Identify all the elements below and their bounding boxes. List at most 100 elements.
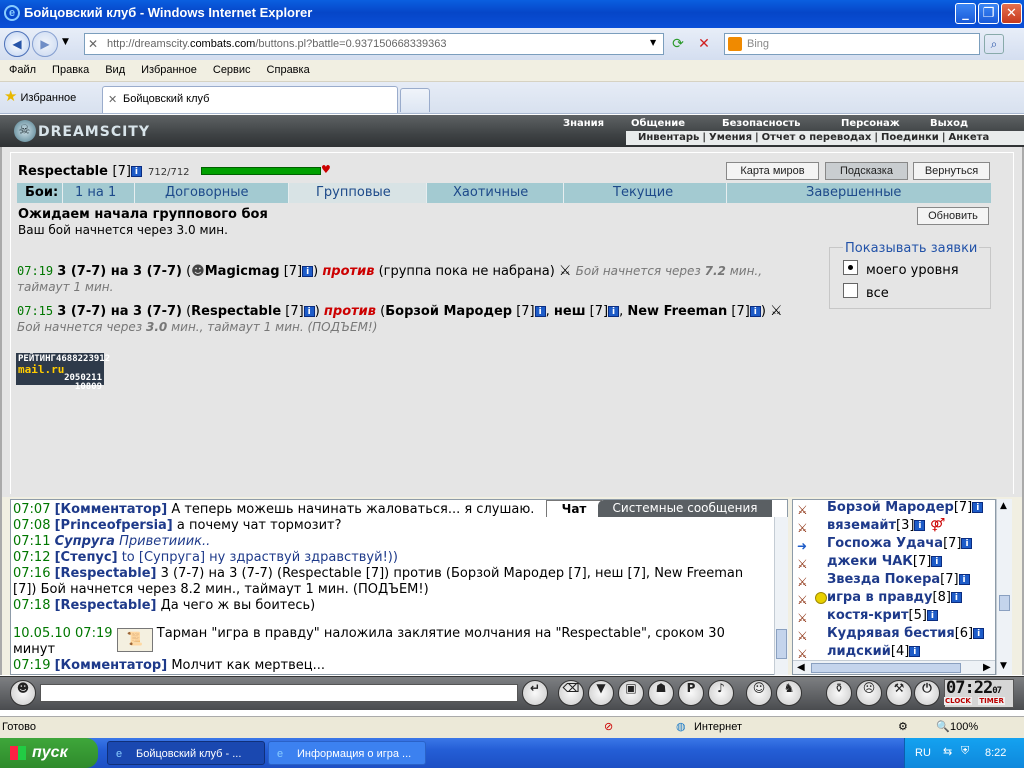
online-user-list[interactable]: ⚔ Борзой Мародер[7] i ⚔ вяземайт[3] i ⚤ ➜ …	[792, 499, 996, 675]
potion-icon[interactable]: ⚱	[826, 680, 852, 706]
message-author[interactable]: [Respectable]	[55, 598, 157, 613]
user-entry[interactable]: вяземайт[3] i ⚤	[827, 518, 945, 533]
address-dropdown-icon[interactable]: ▼	[650, 38, 656, 47]
tab-group[interactable]: Групповые	[316, 185, 391, 200]
info-icon[interactable]: i	[914, 520, 926, 531]
zoom-level[interactable]: 100%	[950, 721, 978, 733]
favorites-button[interactable]: ★ Избранное	[4, 87, 76, 108]
tab-agreed[interactable]: Договорные	[165, 185, 249, 200]
shield-icon[interactable]: ⛨	[961, 745, 969, 758]
subnav-skills[interactable]: Умения	[709, 132, 752, 143]
filter-icon[interactable]: ▼	[588, 680, 614, 706]
opponent-name[interactable]: Борзой Мародер	[385, 304, 512, 319]
userlist-scroll-thumb[interactable]	[999, 595, 1010, 611]
menu-file[interactable]: Файл	[0, 60, 43, 76]
info-icon[interactable]: i	[961, 538, 973, 549]
user-entry[interactable]: Кудрявая бестия[6] i	[827, 626, 985, 641]
message-author[interactable]: [Princeofpersia]	[55, 518, 173, 533]
network-icon[interactable]: ⇆	[943, 745, 952, 758]
user-entry[interactable]: джеки ЧАК[7] i	[827, 554, 943, 569]
menu-tools[interactable]: Сервис	[204, 60, 258, 76]
exit-icon[interactable]: ⏻	[914, 680, 940, 706]
user-entry[interactable]: игра в правду[8] i	[827, 590, 962, 605]
refresh-button[interactable]: Обновить	[917, 207, 989, 225]
music-icon[interactable]: ♪	[708, 680, 734, 706]
crossed-swords-icon[interactable]: ⚔	[770, 303, 783, 319]
nav-security[interactable]: Безопасность	[722, 118, 801, 129]
chat-scrollbar[interactable]	[774, 517, 788, 675]
message-recipient[interactable]: to [Супруга]	[122, 550, 205, 565]
nav-exit[interactable]: Выход	[930, 118, 968, 129]
back-button[interactable]: Вернуться	[913, 162, 990, 180]
nav-communication[interactable]: Общение	[631, 118, 685, 129]
tab-current[interactable]: Текущие	[613, 185, 673, 200]
userlist-hscrollbar[interactable]: ◀ ▶	[793, 660, 995, 674]
scroll-down-icon[interactable]: ▼	[1000, 661, 1007, 671]
tray-clock[interactable]: 8:22	[985, 747, 1006, 759]
info-icon[interactable]: i	[950, 592, 962, 603]
scroll-left-icon[interactable]: ◀	[797, 662, 805, 673]
maximize-button[interactable]: ❐	[978, 3, 999, 24]
refresh-icon[interactable]: ⟳	[668, 34, 688, 54]
info-icon[interactable]: i	[130, 166, 142, 177]
userlist-scrollbar[interactable]: ▲ ▼	[996, 499, 1012, 675]
user-entry[interactable]: Звезда Покера[7] i	[827, 572, 970, 587]
back-arrow-icon[interactable]: ◀	[4, 31, 30, 57]
hint-button[interactable]: Подсказка	[825, 162, 908, 180]
clock-label[interactable]: CLOCK	[944, 697, 972, 705]
tab-finished[interactable]: Завершенные	[806, 185, 901, 200]
face-icon[interactable]: ☹	[856, 680, 882, 706]
save-icon[interactable]: ▣	[618, 680, 644, 706]
smiley-icon[interactable]: ☺	[746, 680, 772, 706]
menu-favorites[interactable]: Избранное	[132, 60, 204, 76]
info-icon[interactable]: i	[608, 306, 620, 317]
menu-edit[interactable]: Правка	[43, 60, 96, 76]
menu-help[interactable]: Справка	[258, 60, 317, 76]
tab-chaotic[interactable]: Хаотичные	[453, 185, 528, 200]
message-author[interactable]: Супруга	[55, 534, 115, 549]
helmet-icon[interactable]: ♞	[776, 680, 802, 706]
chat-messages[interactable]: 07:07 [Комментатор] А теперь можешь начи…	[10, 499, 788, 675]
info-icon[interactable]: i	[973, 628, 985, 639]
user-entry[interactable]: лидский[4] i	[827, 644, 921, 659]
popup-blocked-icon[interactable]: ⊘	[604, 720, 613, 733]
start-button[interactable]: пуск	[0, 738, 98, 768]
battle-leader[interactable]: Magicmag	[205, 264, 280, 279]
chat-mode-icon[interactable]: ☻	[10, 680, 36, 706]
scroll-up-icon[interactable]: ▲	[1000, 501, 1007, 511]
user-entry[interactable]: Госпожа Удача[7] i	[827, 536, 973, 551]
user-entry[interactable]: Борзой Мародер[7] i	[827, 500, 984, 515]
crossed-swords-icon[interactable]: ⚔	[559, 263, 572, 279]
info-icon[interactable]: i	[972, 502, 984, 513]
info-icon[interactable]: i	[303, 306, 315, 317]
hscroll-thumb[interactable]	[811, 663, 961, 673]
nav-knowledge[interactable]: Знания	[563, 118, 604, 129]
user-entry[interactable]: костя-крит[5] i	[827, 608, 938, 623]
message-author[interactable]: [Комментатор]	[55, 502, 168, 517]
info-icon[interactable]: i	[534, 306, 546, 317]
chat-scroll-thumb[interactable]	[776, 629, 787, 659]
timer-label[interactable]: TIMER	[978, 697, 1005, 705]
opponent-name[interactable]: New Freeman	[627, 304, 727, 319]
subnav-profile[interactable]: Анкета	[948, 132, 989, 143]
taskbar-item[interactable]: e Информация о игра ...	[268, 741, 426, 765]
search-icon[interactable]: ⌕	[984, 34, 1004, 54]
player-name[interactable]: Respectable [7] i	[18, 164, 142, 179]
message-author[interactable]: [Respectable]	[55, 566, 157, 581]
message-author[interactable]: [Комментатор]	[55, 658, 168, 673]
close-button[interactable]: ✕	[1001, 3, 1022, 24]
private-icon[interactable]: P	[678, 680, 704, 706]
minimize-button[interactable]: _	[955, 3, 976, 24]
chat-input[interactable]	[40, 684, 518, 702]
search-input[interactable]: Bing	[724, 33, 980, 55]
taskbar-item[interactable]: e Бойцовский клуб - ...	[107, 741, 265, 765]
tab-chat[interactable]: Чат	[546, 500, 602, 517]
info-icon[interactable]: i	[749, 306, 761, 317]
new-tab-button[interactable]	[400, 88, 430, 112]
rating-counter[interactable]: РЕЙТИНГ4688223912 mail.ru 2050211 10809	[16, 353, 110, 392]
address-field[interactable]: http://dreamscity.combats.com/buttons.pl…	[84, 33, 664, 55]
info-icon[interactable]: i	[302, 266, 314, 277]
send-icon[interactable]: ↵	[522, 680, 548, 706]
eraser-icon[interactable]: ⌫	[558, 680, 584, 706]
subnav-inventory[interactable]: Инвентарь	[638, 132, 699, 143]
